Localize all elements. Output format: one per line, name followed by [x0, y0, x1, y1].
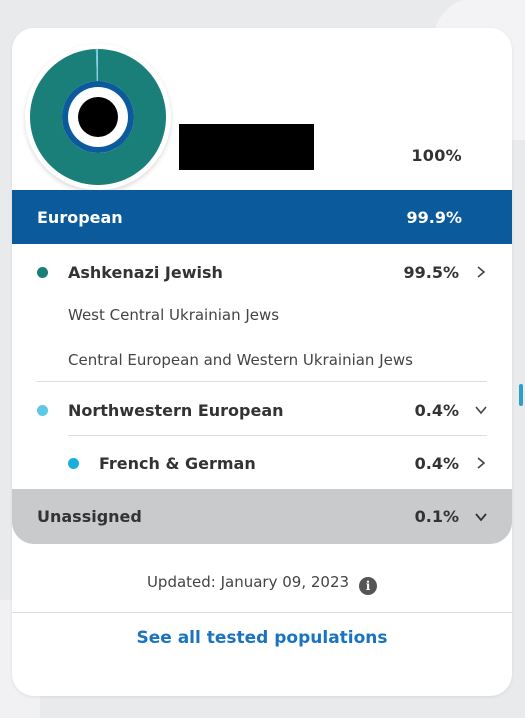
unassigned-percent: 0.1%: [414, 507, 459, 526]
subregion-item: Central European and Western Ukrainian J…: [68, 351, 413, 369]
population-row-french-german[interactable]: French & German 0.4%: [68, 451, 487, 475]
population-label: French & German: [99, 453, 256, 473]
chevron-down-icon[interactable]: [475, 404, 487, 416]
population-color-dot: [37, 404, 48, 416]
unassigned-label: Unassigned: [37, 507, 142, 526]
chevron-right-icon[interactable]: [475, 457, 487, 469]
chevron-down-icon[interactable]: [475, 511, 487, 523]
population-color-dot: [68, 457, 79, 469]
population-label: Ashkenazi Jewish: [68, 262, 223, 282]
subregion-item: West Central Ukrainian Jews: [68, 306, 280, 324]
total-percent: 100%: [411, 146, 462, 165]
donut-svg: [30, 49, 166, 185]
population-label: Northwestern European: [68, 400, 284, 420]
population-percent: 99.5%: [403, 262, 459, 282]
unassigned-row[interactable]: Unassigned 0.1%: [12, 489, 512, 544]
chevron-right-icon[interactable]: [475, 266, 487, 278]
ancestry-composition-card: 100% European 99.9% Ashkenazi Jewish 99.…: [12, 28, 512, 696]
divider: [12, 612, 512, 613]
region-label: European: [37, 207, 123, 227]
info-icon[interactable]: i: [359, 577, 378, 595]
population-row-ashkenazi-jewish[interactable]: Ashkenazi Jewish 99.5%: [37, 260, 487, 284]
population-color-dot: [37, 266, 48, 278]
population-percent: 0.4%: [414, 453, 459, 473]
population-row-northwestern-european[interactable]: Northwestern European 0.4%: [37, 398, 487, 422]
population-percent: 0.4%: [414, 400, 459, 420]
background-accent: [519, 384, 523, 406]
region-percent: 99.9%: [406, 207, 462, 227]
divider: [37, 381, 487, 382]
ancestry-donut-chart: [25, 44, 171, 190]
redacted-name-block: [179, 124, 314, 170]
region-header-european[interactable]: European 99.9%: [12, 190, 512, 244]
see-all-populations-link[interactable]: See all tested populations: [12, 628, 512, 648]
updated-text: Updated: January 09, 2023: [146, 573, 350, 591]
divider: [68, 435, 487, 436]
donut-center: [78, 97, 118, 137]
updated-line: Updated: January 09, 2023 i: [12, 573, 512, 595]
